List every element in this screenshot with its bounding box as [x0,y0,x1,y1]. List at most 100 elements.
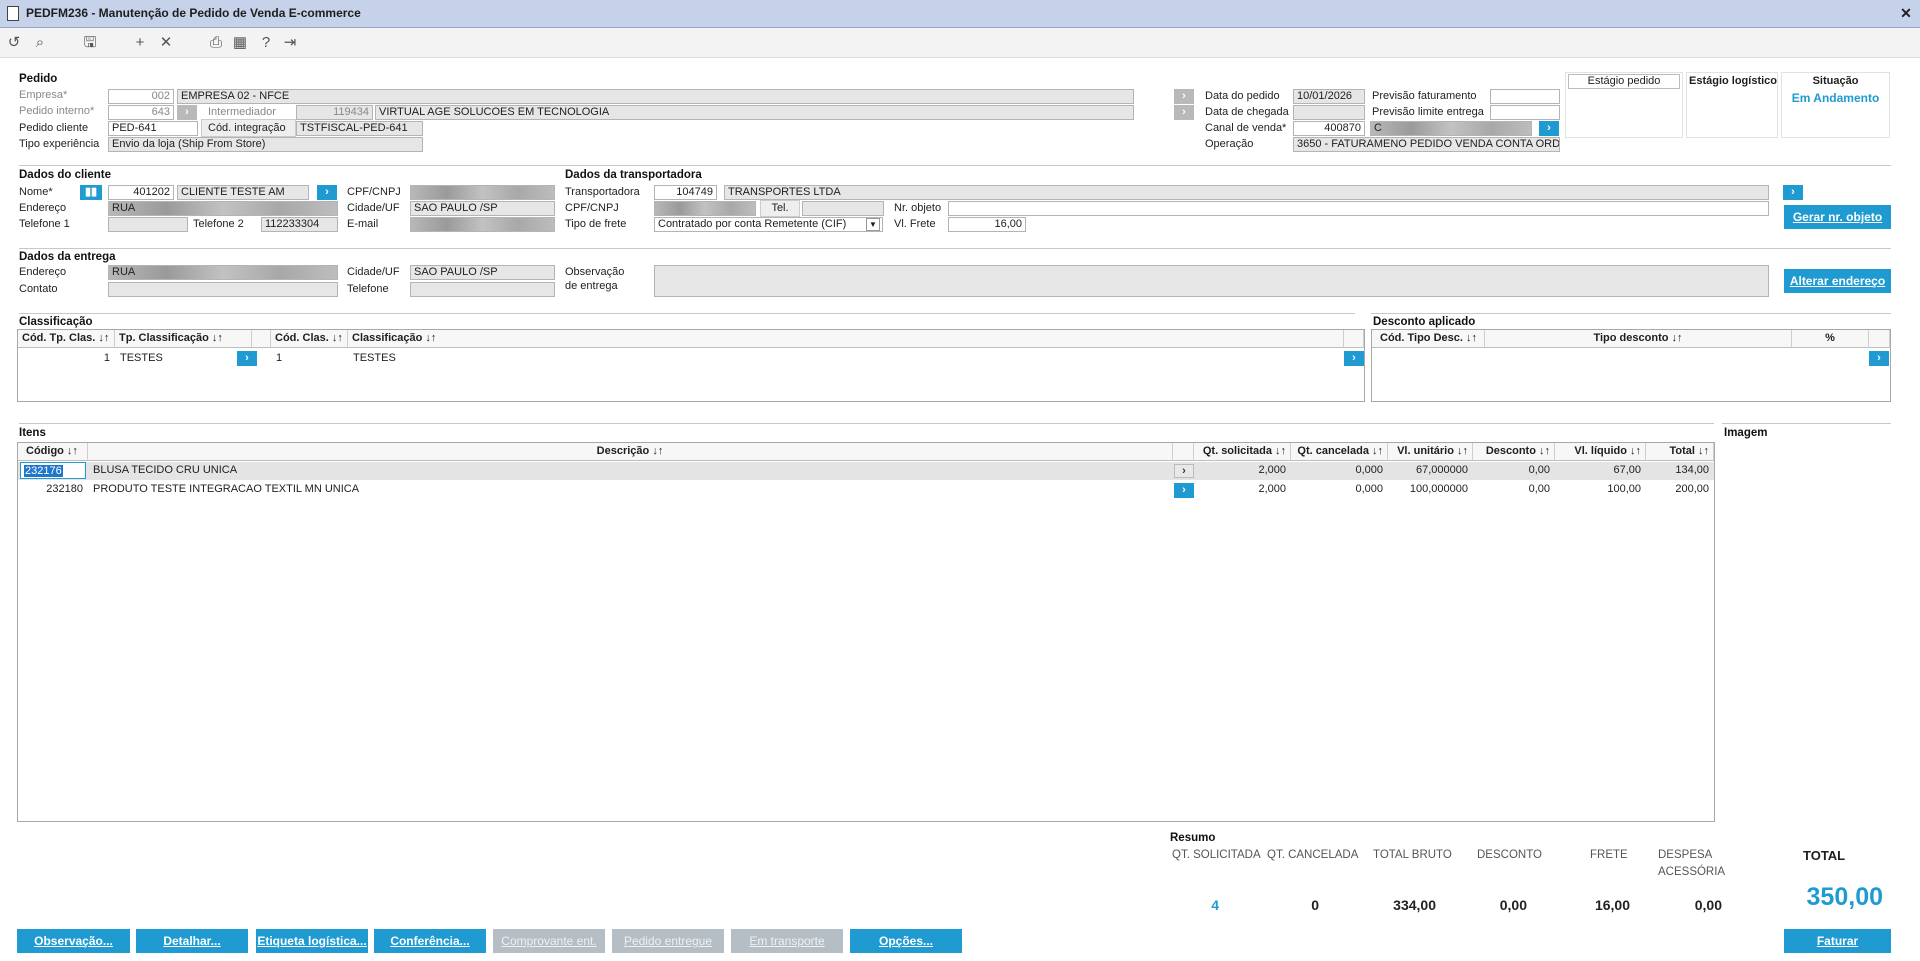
classificacao-tp-arrow-button[interactable]: › [237,351,257,366]
classificacao-cell-cod-tp[interactable]: 1 [18,350,113,367]
itens-cell-desconto[interactable]: 0,00 [1473,481,1553,498]
cliente-code-field[interactable]: 401202 [108,185,174,200]
itens-cell-descricao[interactable]: BLUSA TECIDO CRU UNICA [90,462,1090,479]
cliente-name-field: CLIENTE TESTE AM [177,185,309,200]
interno-field[interactable]: 643 [108,105,174,120]
empresa-arrow-button[interactable]: › [1174,89,1194,104]
canal-code-field[interactable]: 400870 [1293,121,1365,136]
itens-cell-qt-sol[interactable]: 2,000 [1194,481,1289,498]
pedido-entregue-button[interactable]: Pedido entregue [612,929,724,953]
transportadora-code-field[interactable]: 104749 [654,185,717,200]
transportadora-cpf-field [654,201,756,216]
itens-header-desconto[interactable]: Desconto ↓↑ [1473,443,1555,461]
interno-arrow-button[interactable]: › [177,105,197,120]
itens-cell-qt-can[interactable]: 0,000 [1291,481,1386,498]
classificacao-clas-arrow-button[interactable]: › [1344,351,1364,366]
resumo-desconto-value: 0,00 [1499,897,1527,913]
resumo-total-bruto-label: TOTAL BRUTO [1373,849,1452,861]
gerar-nr-objeto-button[interactable]: Gerar nr. objeto [1784,205,1891,229]
classificacao-header-tp[interactable]: Tp. Classificação ↓↑ [115,330,252,348]
classificacao-cell-clas[interactable]: TESTES [350,350,1250,367]
itens-cell-codigo[interactable]: 232176 [20,462,86,479]
cliente-chart-button[interactable]: ▮▮ [80,185,102,200]
conferencia-button[interactable]: Conferência... [374,929,486,953]
calendar-icon[interactable]: ▦ [230,33,250,53]
tipo-frete-label: Tipo de frete [565,218,627,230]
empresa-code-field[interactable]: 002 [108,89,174,104]
data-pedido-label: Data do pedido [1205,90,1280,102]
cliente-arrow-button[interactable]: › [317,185,337,200]
itens-cell-vl-liq[interactable]: 67,00 [1555,462,1644,479]
classificacao-cell-cod[interactable]: 1 [273,350,343,367]
itens-cell-desconto[interactable]: 0,00 [1473,462,1553,479]
comprovante-entrega-button[interactable]: Comprovante ent. [493,929,605,953]
itens-cell-codigo[interactable]: 232180 [20,481,86,498]
itens-cell-descricao[interactable]: PRODUTO TESTE INTEGRACAO TEXTIL MN UNICA [90,481,1090,498]
resumo-total-bruto-value: 334,00 [1393,897,1436,913]
vl-frete-label: Vl. Frete [894,218,936,230]
itens-header-spacer [1173,443,1194,461]
add-icon[interactable]: + [130,33,150,53]
cliente-cpf-field [410,185,555,200]
observacao-button[interactable]: Observação... [17,929,130,953]
detalhar-button[interactable]: Detalhar... [136,929,248,953]
exit-icon[interactable]: ⇥ [280,33,300,53]
itens-header-vl-liq[interactable]: Vl. líquido ↓↑ [1555,443,1646,461]
desconto-header-tipo[interactable]: Tipo desconto ↓↑ [1485,330,1792,348]
desconto-header-percent[interactable]: % [1792,330,1869,348]
itens-header-qt-can[interactable]: Qt. cancelada ↓↑ [1291,443,1388,461]
window-title: PEDFM236 - Manutenção de Pedido de Venda… [26,6,361,20]
itens-cell-qt-can[interactable]: 0,000 [1291,462,1386,479]
intermediador-arrow-button[interactable]: › [1174,105,1194,120]
close-window-button[interactable]: ✕ [1897,4,1915,22]
resumo-qt-can-label: QT. CANCELADA [1267,849,1359,861]
previsao-faturamento-field[interactable] [1490,89,1560,104]
itens-row1-arrow-button[interactable]: › [1174,464,1194,478]
itens-cell-vl-liq[interactable]: 100,00 [1555,481,1644,498]
divider-4 [19,423,1714,424]
previsao-limite-field[interactable] [1490,105,1560,120]
pedido-cliente-field[interactable]: PED-641 [108,121,198,136]
itens-cell-total[interactable]: 134,00 [1646,462,1712,479]
itens-header-qt-sol[interactable]: Qt. solicitada ↓↑ [1194,443,1291,461]
itens-header-codigo[interactable]: Código ↓↑ [18,443,88,461]
delete-icon[interactable]: ✕ [156,33,176,53]
undo-icon[interactable]: ↺ [4,33,24,53]
search-icon[interactable]: ⌕ [30,33,50,53]
itens-cell-total[interactable]: 200,00 [1646,481,1712,498]
desconto-arrow-button[interactable]: › [1869,351,1889,366]
nr-objeto-field[interactable] [948,201,1769,216]
itens-cell-vl-unit[interactable]: 100,000000 [1388,481,1471,498]
opcoes-button[interactable]: Opções... [850,929,962,953]
print-icon[interactable]: ⎙ [206,33,226,53]
faturar-button[interactable]: Faturar [1784,929,1891,953]
itens-header-vl-unit[interactable]: Vl. unitário ↓↑ [1388,443,1473,461]
itens-row2-arrow-button[interactable]: › [1174,483,1194,498]
resumo-qt-can-value: 0 [1311,897,1319,913]
classificacao-header-cod-tp[interactable]: Cód. Tp. Clas. ↓↑ [18,330,115,348]
classificacao-header-clas[interactable]: Classificação ↓↑ [348,330,1344,348]
alterar-endereco-button[interactable]: Alterar endereço [1784,269,1891,293]
cliente-endereco-field: RUA [108,201,338,216]
itens-cell-vl-unit[interactable]: 67,000000 [1388,462,1471,479]
classificacao-cell-tp[interactable]: TESTES [117,350,247,367]
em-transporte-button[interactable]: Em transporte [731,929,843,953]
operacao-field: 3650 - FATURAMENO PEDIDO VENDA CONTA ORD… [1293,137,1560,152]
desconto-header-cod[interactable]: Cód. Tipo Desc. ↓↑ [1372,330,1485,348]
classificacao-header-cod[interactable]: Cód. Clas. ↓↑ [271,330,348,348]
vl-frete-field[interactable]: 16,00 [948,217,1026,232]
transportadora-arrow-button[interactable]: › [1783,185,1803,200]
itens-cell-qt-sol[interactable]: 2,000 [1194,462,1289,479]
tipo-frete-select[interactable]: Contratado por conta Remetente (CIF) ▼ [654,217,883,232]
cliente-email-label: E-mail [347,218,379,230]
pedido-cliente-label: Pedido cliente [19,122,89,134]
cliente-telefone1-label: Telefone 1 [19,218,70,230]
canal-arrow-button[interactable]: › [1539,121,1559,136]
entrega-endereco-label: Endereço [19,266,67,278]
save-icon[interactable]: 🖫 [80,33,100,53]
itens-header-descricao[interactable]: Descrição ↓↑ [88,443,1173,461]
help-icon[interactable]: ? [256,33,276,53]
itens-header-total[interactable]: Total ↓↑ [1646,443,1714,461]
etiqueta-logistica-button[interactable]: Etiqueta logística... [256,929,368,953]
resumo-frete-label: FRETE [1590,849,1628,861]
